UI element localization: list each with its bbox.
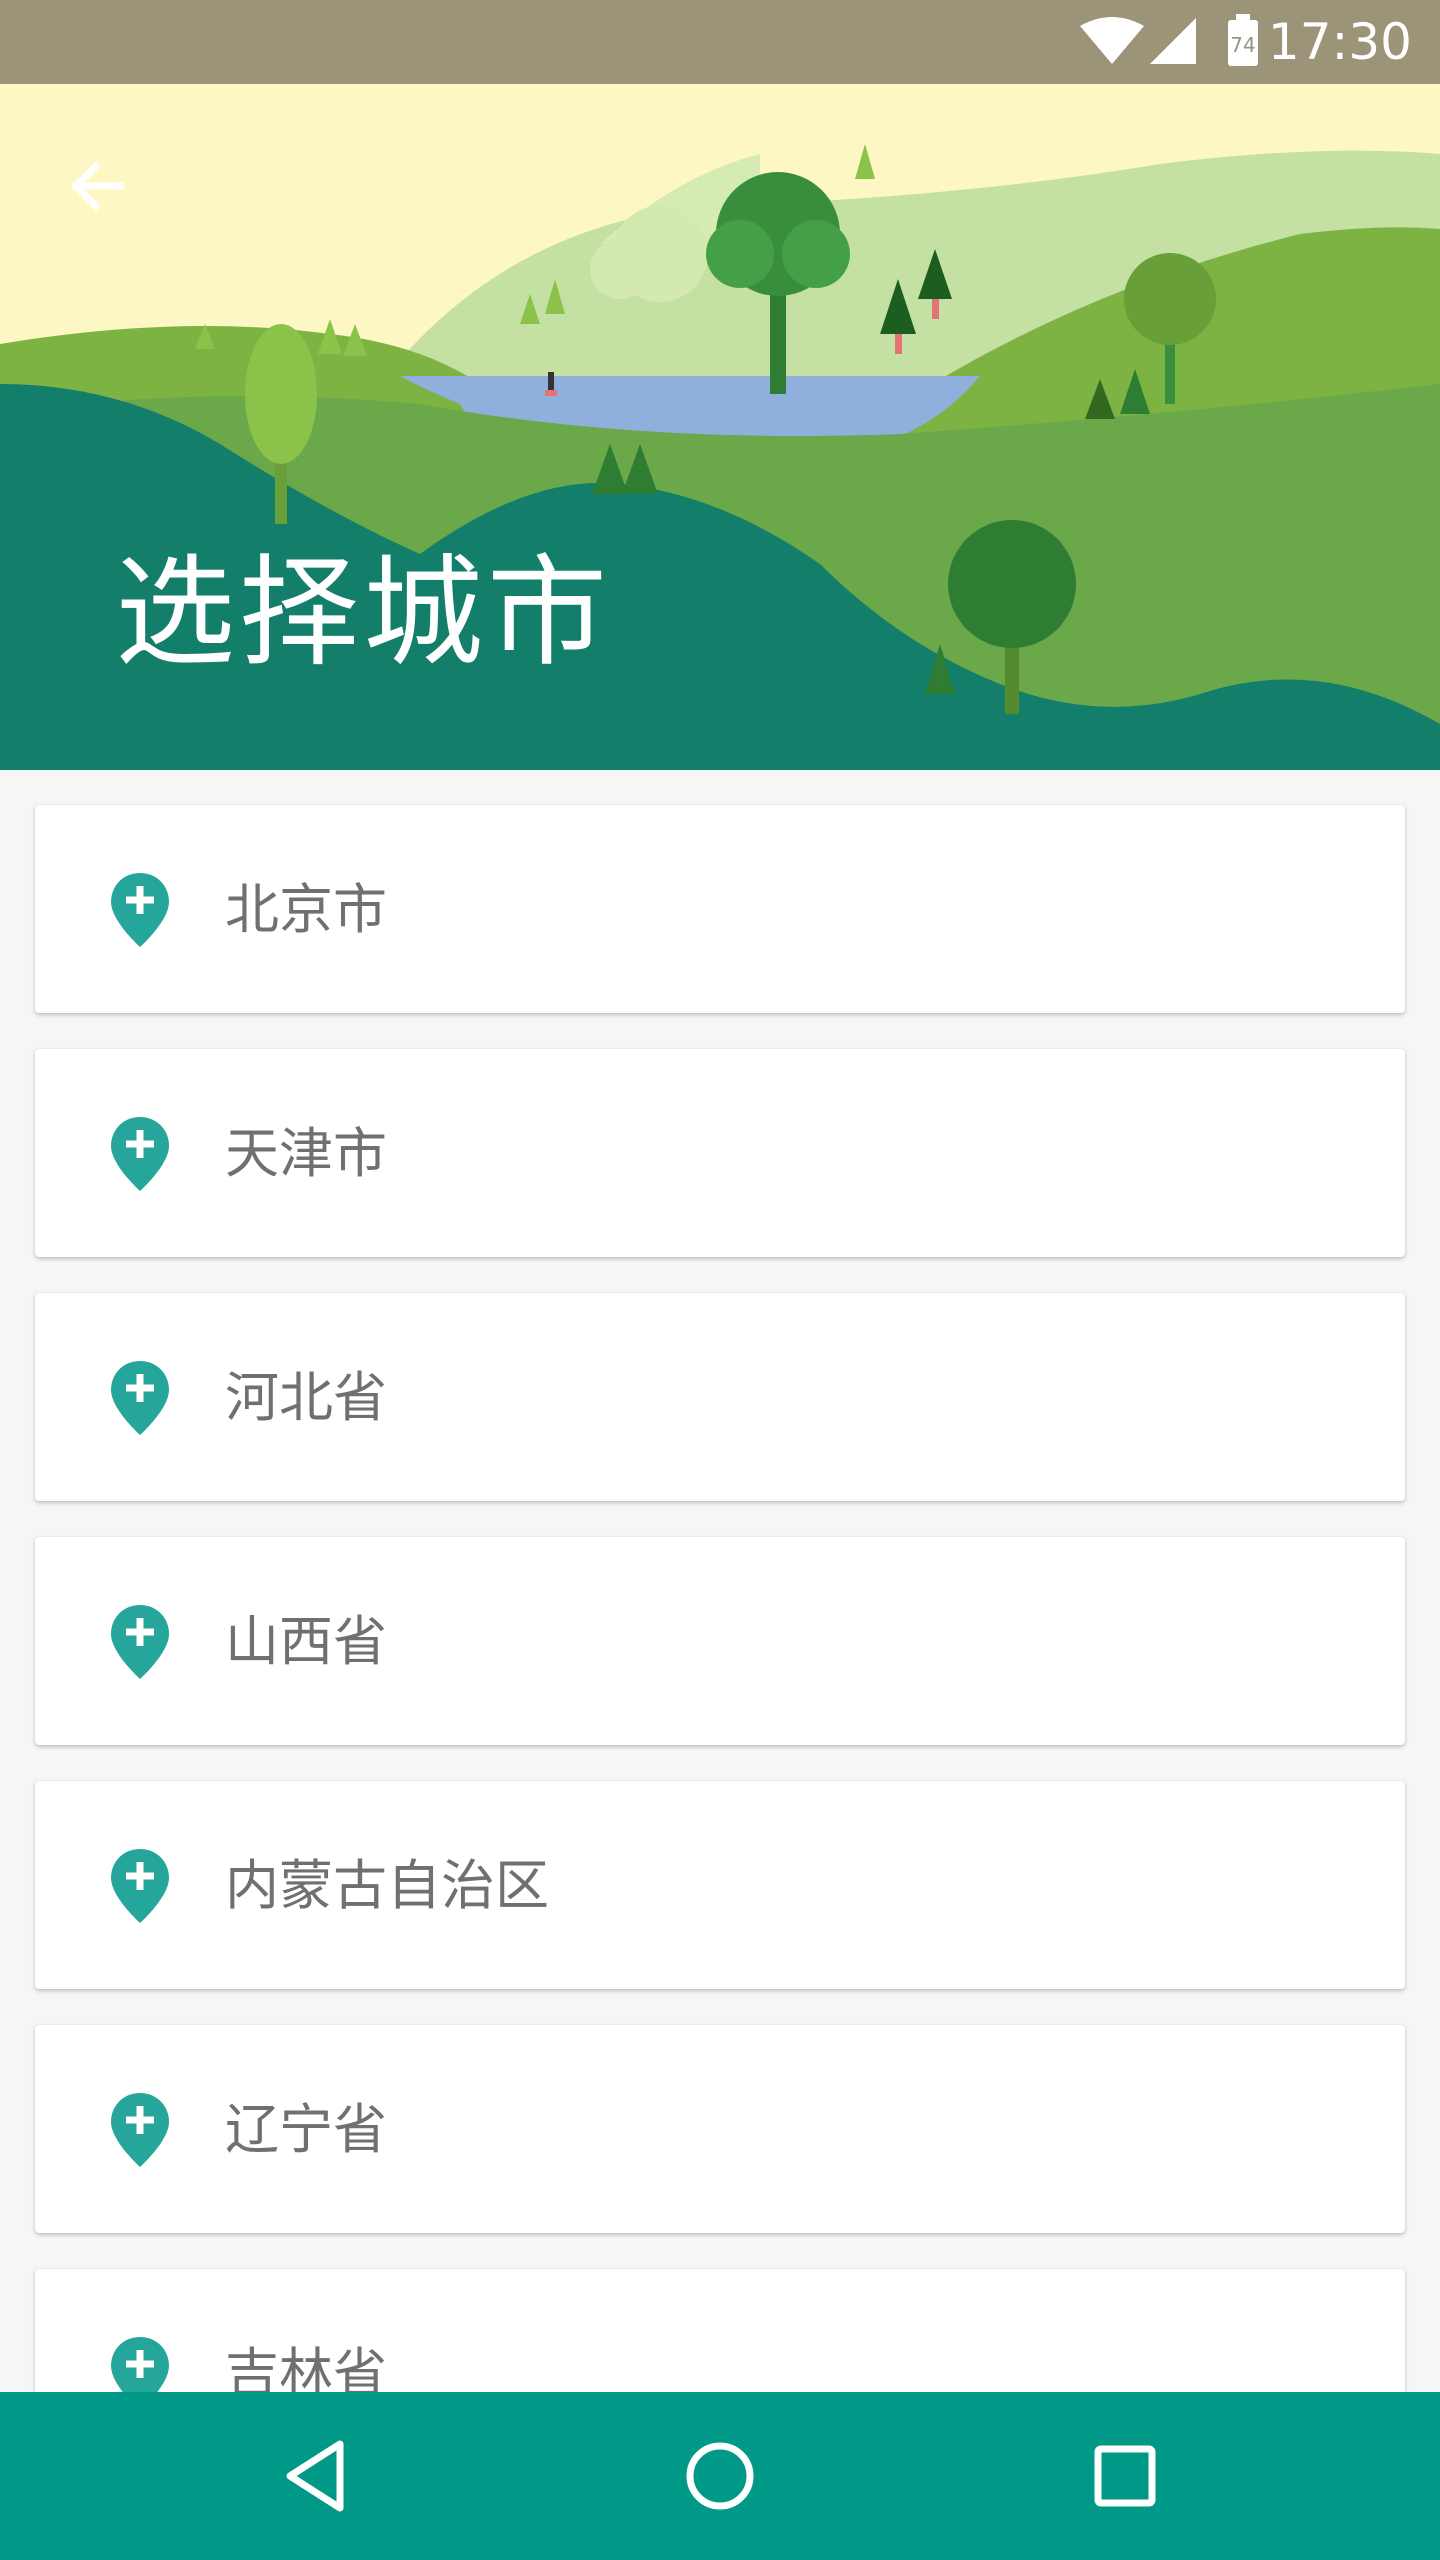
system-nav-bar xyxy=(0,2392,1440,2560)
list-item-label: 辽宁省 xyxy=(225,2098,387,2161)
list-item-city[interactable]: 河北省 xyxy=(35,1293,1405,1501)
list-item-city[interactable]: 山西省 xyxy=(35,1537,1405,1745)
list-item-label: 内蒙古自治区 xyxy=(225,1854,549,1917)
wifi-icon xyxy=(1080,17,1144,64)
city-list[interactable]: 北京市 天津市 河北省 山西省 内蒙古自治区 辽宁省 吉林省 xyxy=(0,770,1440,2392)
status-bar: 74 17:30 xyxy=(0,0,1440,84)
nav-home-button[interactable] xyxy=(670,2426,770,2526)
cell-signal-icon xyxy=(1150,18,1196,64)
battery-level: 74 xyxy=(1230,33,1255,57)
list-item-label: 河北省 xyxy=(225,1366,387,1429)
square-recents-icon xyxy=(1094,2445,1156,2507)
status-icons: 74 xyxy=(1080,14,1258,66)
location-plus-icon xyxy=(111,2337,169,2392)
list-item-label: 天津市 xyxy=(225,1122,387,1185)
list-item-label: 山西省 xyxy=(225,1610,387,1673)
list-item-label: 吉林省 xyxy=(225,2342,387,2392)
location-plus-icon xyxy=(111,1361,169,1435)
list-item-city[interactable]: 内蒙古自治区 xyxy=(35,1781,1405,1989)
arrow-left-icon xyxy=(71,161,124,211)
triangle-back-icon xyxy=(286,2440,344,2512)
location-plus-icon xyxy=(111,1117,169,1191)
location-plus-icon xyxy=(111,2093,169,2167)
circle-home-icon xyxy=(686,2442,754,2510)
list-item-label: 北京市 xyxy=(225,878,387,941)
list-item-city[interactable]: 北京市 xyxy=(35,805,1405,1013)
back-button[interactable] xyxy=(58,146,138,226)
list-item-city[interactable]: 天津市 xyxy=(35,1049,1405,1257)
list-item-city[interactable]: 吉林省 xyxy=(35,2269,1405,2392)
nav-back-button[interactable] xyxy=(268,2426,368,2526)
location-plus-icon xyxy=(111,873,169,947)
nav-recents-button[interactable] xyxy=(1075,2426,1175,2526)
list-item-city[interactable]: 辽宁省 xyxy=(35,2025,1405,2233)
page-title: 选择城市 xyxy=(115,544,611,683)
status-time: 17:30 xyxy=(1267,13,1412,71)
battery-icon: 74 xyxy=(1228,14,1258,66)
location-plus-icon xyxy=(111,1849,169,1923)
header-banner: 选择城市 xyxy=(0,84,1440,770)
location-plus-icon xyxy=(111,1605,169,1679)
